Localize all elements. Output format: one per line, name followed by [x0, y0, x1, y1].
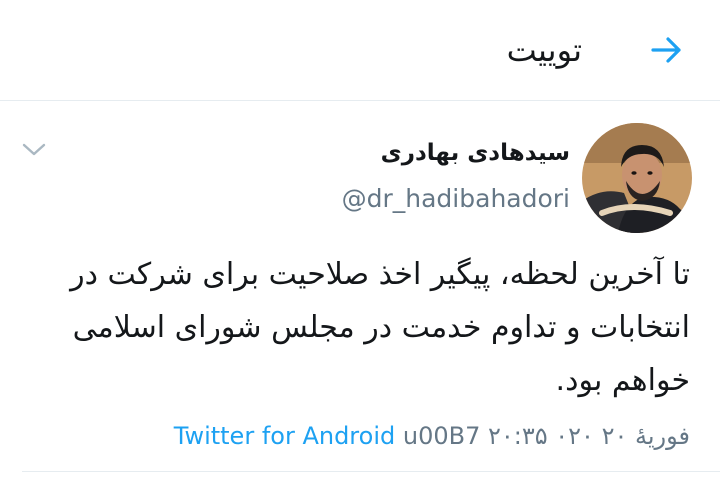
tweet-source-link[interactable]: Twitter for Android — [174, 422, 395, 450]
profile-photo — [582, 123, 692, 233]
author-display-name[interactable]: سیدهادی بهادری — [381, 138, 570, 168]
tweet-body: تا آخرین لحظه، پیگیر اخذ صلاحیت برای شرک… — [70, 257, 690, 398]
tweet-timestamp[interactable]: ۲۰:۳۵ ۰۲۰ فوریهٔ ۲۰ — [488, 422, 690, 450]
tweet-meta: Twitter for Android u00B7 ۲۰:۳۵ ۰۲۰ فوری… — [174, 420, 690, 452]
arrow-right-icon — [651, 37, 681, 63]
tweet-detail-screen: توییت سیدهادی بهادری @dr_hadibahadori تا… — [0, 0, 720, 480]
back-button[interactable] — [648, 31, 686, 69]
chevron-down-icon — [22, 143, 46, 156]
author-handle[interactable]: @dr_hadibahadori — [342, 183, 570, 215]
meta-separator: u00B7 — [402, 422, 481, 450]
header-divider — [0, 100, 720, 101]
top-bar: توییت — [0, 0, 720, 100]
page-title: توییت — [506, 31, 582, 69]
avatar[interactable] — [582, 123, 692, 233]
bottom-divider — [22, 471, 720, 472]
tweet-options-caret[interactable] — [20, 140, 48, 160]
